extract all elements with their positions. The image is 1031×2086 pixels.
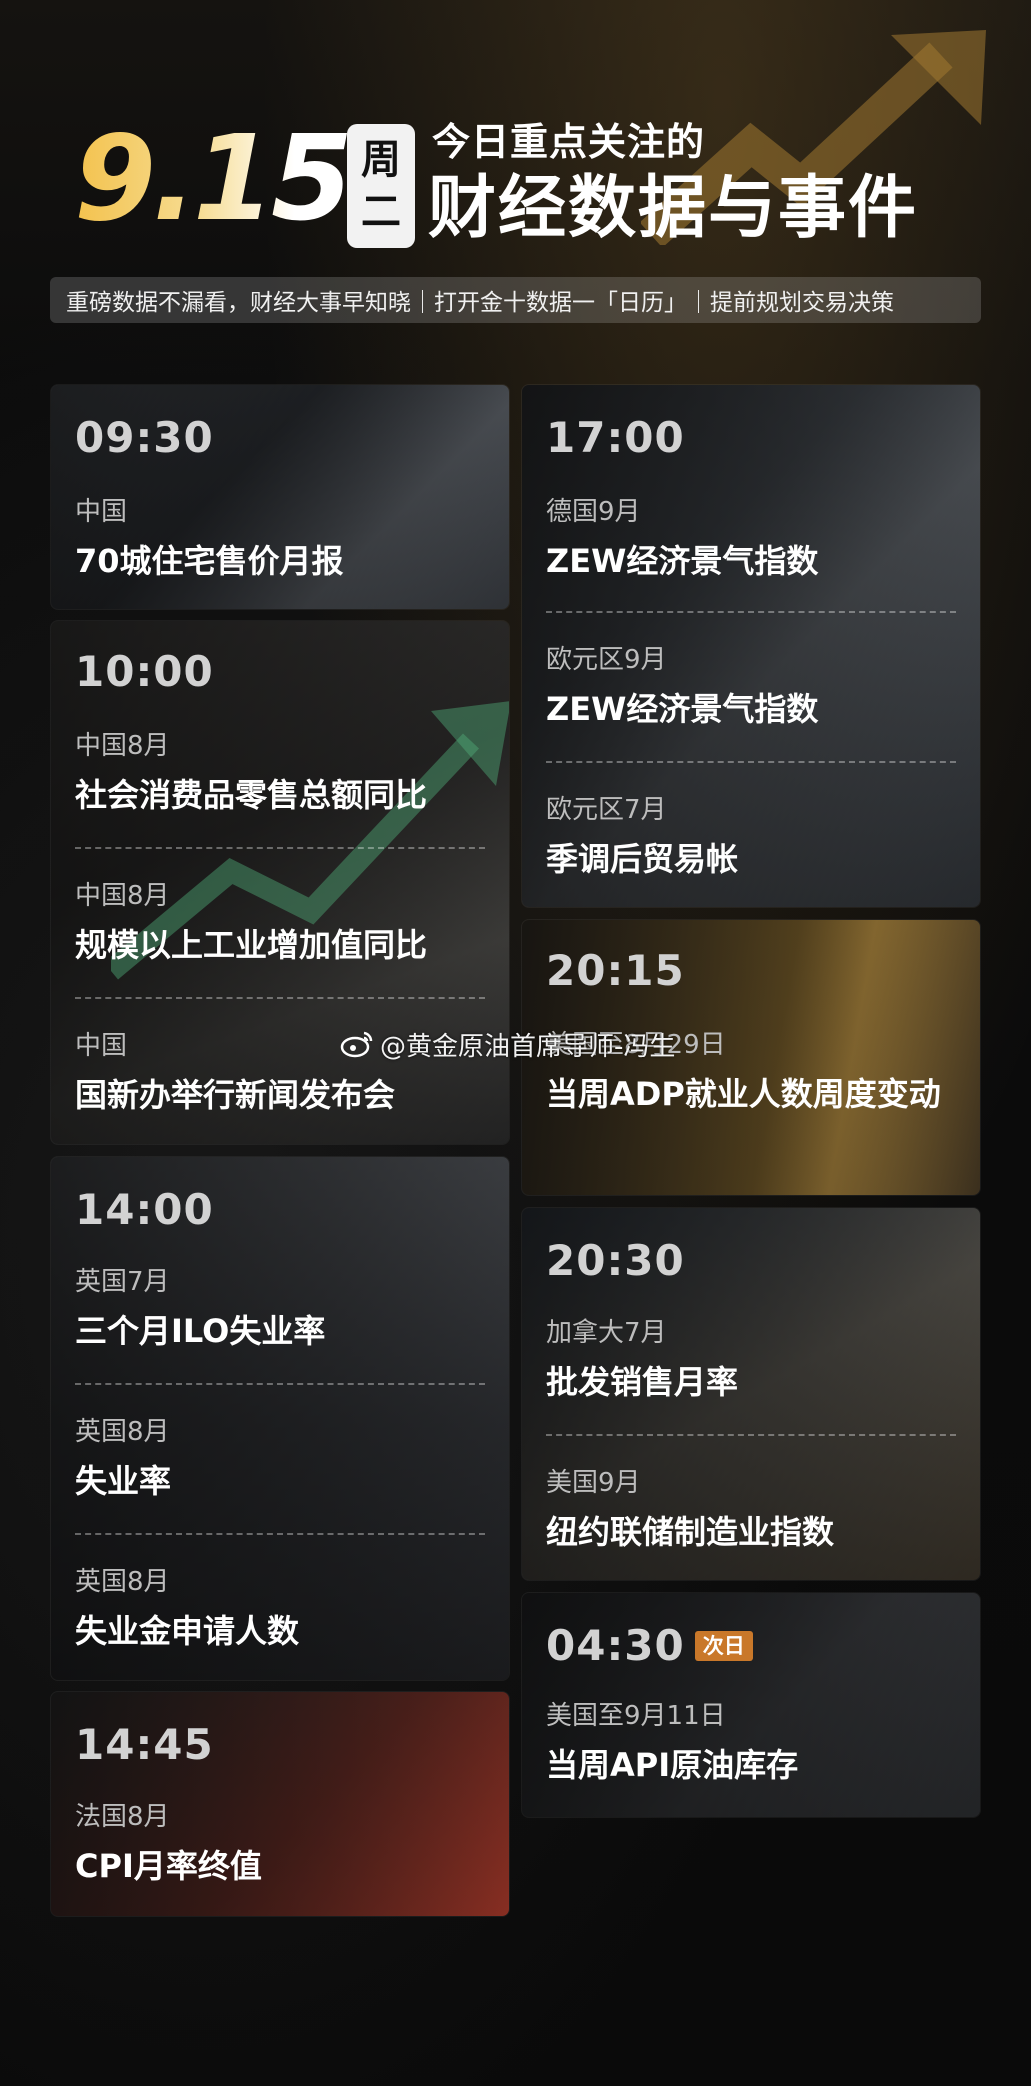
watermark-text: @黄金原油首席导师-冯生: [380, 1031, 676, 1062]
event-region: 美国9月: [546, 1468, 641, 1498]
event-title: 失业金申请人数: [75, 1612, 300, 1650]
event-title: 规模以上工业增加值同比: [75, 926, 428, 964]
event-title: 季调后贸易帐: [546, 840, 739, 878]
dashed-divider: [546, 761, 956, 763]
event-card-1400: 14:00 英国7月 三个月ILO失业率 英国8月 失业率 英国8月 失业金申请…: [50, 1156, 510, 1681]
headline-large: 财经数据与事件: [428, 169, 919, 248]
event-title: 失业率: [75, 1462, 172, 1500]
event-region: 欧元区7月: [546, 795, 667, 825]
event-title: 当周ADP就业人数周度变动: [546, 1075, 941, 1113]
event-title: 三个月ILO失业率: [75, 1312, 326, 1350]
event-card-1000: 10:00 中国8月 社会消费品零售总额同比 中国8月 规模以上工业增加值同比 …: [50, 620, 510, 1145]
dashed-divider: [546, 1434, 956, 1436]
event-time: 04:30: [546, 1621, 685, 1670]
event-region: 德国9月: [546, 497, 641, 527]
event-item: 中国8月 社会消费品零售总额同比: [75, 729, 485, 817]
event-card-0930: 09:30 中国 70城住宅售价月报: [50, 384, 510, 610]
event-item: 欧元区7月 季调后贸易帐: [546, 793, 956, 881]
event-region: 加拿大7月: [546, 1318, 667, 1348]
dashed-divider: [75, 997, 485, 999]
event-card-0430: 04:30 次日 美国至9月11日 当周API原油库存: [521, 1592, 981, 1818]
dashed-divider: [546, 611, 956, 613]
event-time: 20:15: [546, 946, 685, 995]
event-region: 英国8月: [75, 1567, 170, 1597]
weekday-bottom: 二: [361, 189, 401, 235]
subtitle-bar: 重磅数据不漏看，财经大事早知晓｜打开金十数据一「日历」｜提前规划交易决策: [50, 277, 981, 323]
event-card-2030: 20:30 加拿大7月 批发销售月率 美国9月 纽约联储制造业指数: [521, 1207, 981, 1581]
event-time: 17:00: [546, 413, 685, 462]
event-time: 09:30: [75, 413, 214, 462]
event-region: 中国: [75, 497, 128, 527]
event-title: ZEW经济景气指数: [546, 690, 819, 728]
dashed-divider: [75, 1533, 485, 1535]
event-region: 中国8月: [75, 881, 170, 911]
event-item: 中国 70城住宅售价月报: [75, 495, 485, 583]
event-item: 英国8月 失业金申请人数: [75, 1565, 485, 1653]
event-title: 批发销售月率: [546, 1363, 739, 1401]
date-display: 9.15: [74, 109, 353, 247]
event-region: 欧元区9月: [546, 645, 667, 675]
dashed-divider: [75, 1383, 485, 1385]
event-time: 14:00: [75, 1185, 214, 1234]
event-title: 70城住宅售价月报: [75, 542, 344, 580]
event-card-1445: 14:45 法国8月 CPI月率终值: [50, 1691, 510, 1917]
weibo-watermark: @黄金原油首席导师-冯生: [340, 1026, 675, 1062]
event-time: 10:00: [75, 647, 214, 696]
event-card-1700: 17:00 德国9月 ZEW经济景气指数 欧元区9月 ZEW经济景气指数 欧元区…: [521, 384, 981, 908]
event-item: 法国8月 CPI月率终值: [75, 1800, 485, 1888]
event-item: 中国8月 规模以上工业增加值同比: [75, 879, 485, 967]
event-region: 法国8月: [75, 1802, 170, 1832]
event-item: 加拿大7月 批发销售月率: [546, 1316, 956, 1404]
event-title: 社会消费品零售总额同比: [75, 776, 428, 814]
event-title: 国新办举行新闻发布会: [75, 1076, 396, 1114]
headline-small: 今日重点关注的: [432, 120, 706, 164]
subtitle-text: 重磅数据不漏看，财经大事早知晓｜打开金十数据一「日历」｜提前规划交易决策: [66, 290, 894, 316]
dashed-divider: [75, 847, 485, 849]
event-time: 20:30: [546, 1236, 685, 1285]
next-day-badge: 次日: [694, 1631, 753, 1661]
event-time: 14:45: [75, 1720, 214, 1769]
event-item: 德国9月 ZEW经济景气指数: [546, 495, 956, 583]
event-region: 中国8月: [75, 731, 170, 761]
event-title: 当周API原油库存: [546, 1746, 799, 1784]
event-title: 纽约联储制造业指数: [546, 1513, 835, 1551]
weekday-badge: 周 二: [347, 124, 415, 248]
event-item: 英国8月 失业率: [75, 1415, 485, 1503]
event-region: 美国至9月11日: [546, 1701, 726, 1731]
event-item: 英国7月 三个月ILO失业率: [75, 1265, 485, 1353]
event-title: ZEW经济景气指数: [546, 542, 819, 580]
header: 9.15 周 二 今日重点关注的 财经数据与事件 重磅数据不漏看，财经大事早知晓…: [0, 0, 1031, 340]
event-region: 英国8月: [75, 1417, 170, 1447]
event-item: 欧元区9月 ZEW经济景气指数: [546, 643, 956, 731]
weibo-icon: [340, 1031, 373, 1058]
event-title: CPI月率终值: [75, 1847, 262, 1885]
event-region: 英国7月: [75, 1267, 170, 1297]
weekday-top: 周: [361, 137, 401, 183]
event-item: 美国9月 纽约联储制造业指数: [546, 1466, 956, 1554]
event-item: 美国至9月11日 当周API原油库存: [546, 1699, 956, 1787]
